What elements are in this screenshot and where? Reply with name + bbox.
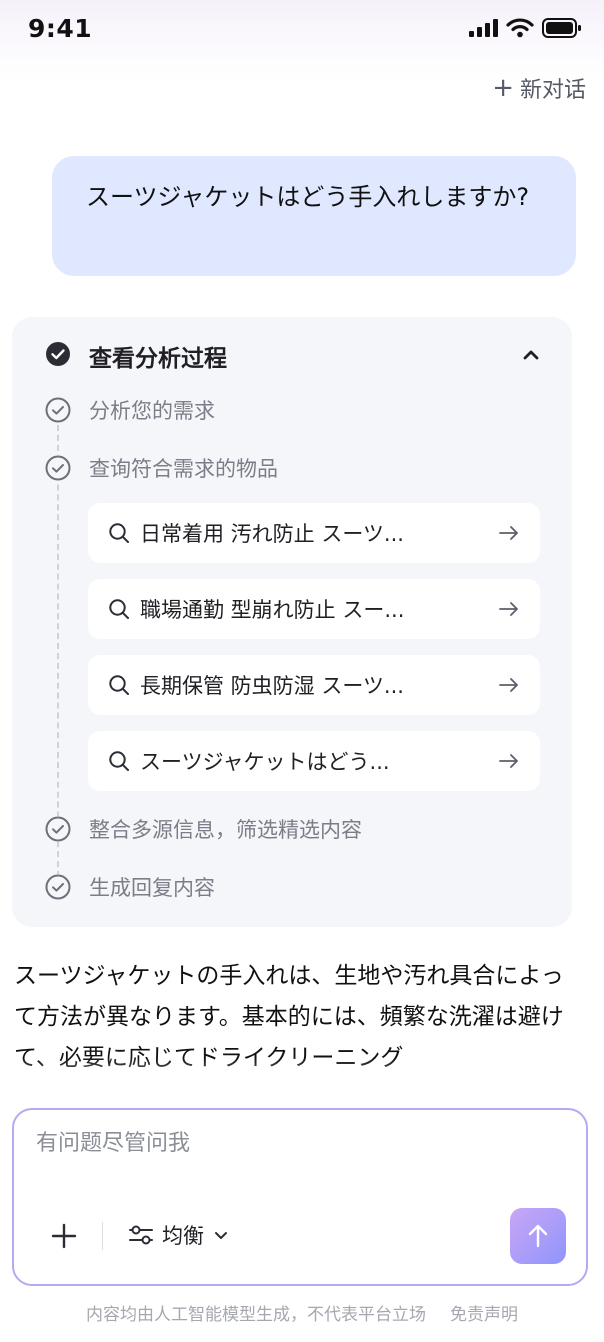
status-icons [468, 18, 582, 38]
add-icon[interactable] [50, 1222, 78, 1250]
query-item[interactable]: 職場通勤 型崩れ防止 スー... [88, 579, 540, 639]
disclaimer-link[interactable]: 免责声明 [450, 1305, 518, 1325]
answer-fade-overlay [0, 1058, 604, 1108]
step-label: 生成回复内容 [89, 876, 215, 900]
query-text: スーツジャケットはどう... [140, 750, 390, 774]
new-chat-label: 新对话 [519, 78, 586, 103]
chevron-down-icon [215, 1232, 227, 1239]
analysis-title: 查看分析过程 [89, 346, 227, 372]
search-icon [109, 751, 129, 771]
arrow-right-icon [499, 678, 518, 692]
message-composer: 均衡 [12, 1108, 588, 1286]
search-icon [109, 523, 129, 543]
query-item[interactable]: 長期保管 防虫防湿 スーツ... [88, 655, 540, 715]
step-label: 查询符合需求的物品 [89, 457, 278, 481]
step-label: 整合多源信息，筛选精选内容 [89, 818, 362, 842]
wifi-icon [506, 18, 534, 38]
check-circle-filled-icon [46, 342, 70, 366]
user-message-bubble: スーツジャケットはどう手入れしますか? [52, 156, 576, 276]
analysis-header[interactable]: 查看分析过程 [45, 341, 545, 372]
check-circle-icon [45, 874, 71, 900]
send-button[interactable] [510, 1208, 566, 1264]
status-bar: 9:41 [0, 0, 604, 60]
composer-divider [102, 1222, 103, 1250]
check-circle-icon [45, 397, 71, 423]
arrow-right-icon [499, 526, 518, 540]
battery-icon [542, 18, 581, 38]
analysis-process-card: 查看分析过程 分析您的需求 查询符合需求的物品 日常着用 汚れ防止 スーツ... [12, 317, 572, 927]
status-time: 9:41 [28, 14, 93, 43]
arrow-right-icon [499, 754, 518, 768]
query-text: 日常着用 汚れ防止 スーツ... [140, 522, 404, 546]
timeline-line [57, 425, 59, 877]
query-text: 職場通勤 型崩れ防止 スー... [140, 598, 405, 622]
search-icon [109, 599, 129, 619]
query-text: 長期保管 防虫防湿 スーツ... [140, 674, 404, 698]
search-icon [109, 675, 129, 695]
query-item[interactable]: 日常着用 汚れ防止 スーツ... [88, 503, 540, 563]
check-circle-icon [45, 816, 71, 842]
chevron-up-icon[interactable] [521, 345, 541, 365]
plus-icon: + [492, 73, 514, 103]
arrow-right-icon [499, 602, 518, 616]
check-circle-icon [45, 455, 71, 481]
message-input[interactable] [34, 1130, 558, 1157]
signal-icon [469, 19, 498, 37]
disclaimer-text: 内容均由人工智能模型生成，不代表平台立场 [86, 1305, 426, 1325]
new-chat-button[interactable]: + 新对话 [492, 72, 586, 104]
mode-label: 均衡 [162, 1224, 204, 1248]
mode-selector[interactable]: 均衡 [128, 1220, 230, 1250]
arrow-up-icon [528, 1224, 548, 1248]
query-item[interactable]: スーツジャケットはどう... [88, 731, 540, 791]
footer-disclaimer: 内容均由人工智能模型生成，不代表平台立场 免责声明 [0, 1300, 604, 1325]
step-label: 分析您的需求 [89, 399, 215, 423]
sliders-icon [129, 1225, 153, 1245]
